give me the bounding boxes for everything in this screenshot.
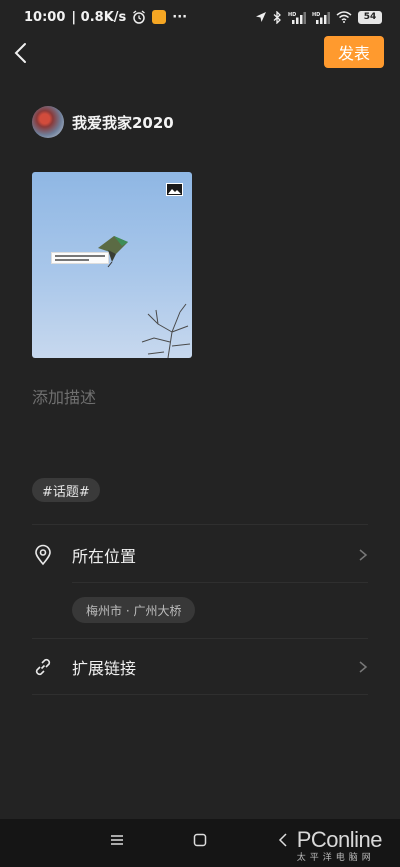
watermark-subtitle: 太平洋电脑网 <box>296 853 375 863</box>
location-arrow-icon <box>256 12 266 22</box>
tree-branches <box>141 303 191 358</box>
divider <box>72 582 368 583</box>
svg-text:HD: HD <box>312 12 320 18</box>
home-nav-icon[interactable] <box>193 833 207 847</box>
back-nav-icon[interactable] <box>278 833 288 847</box>
signal-hd-1-icon: HD <box>288 11 306 24</box>
menu-nav-icon[interactable] <box>110 833 124 847</box>
publish-button[interactable]: 发表 <box>324 36 384 68</box>
chevron-right-icon <box>359 661 368 673</box>
location-label: 所在位置 <box>72 547 137 566</box>
signal-hd-2-icon: HD <box>312 11 330 24</box>
status-bar: 10:00 | 0.8K/s ··· HD HD 54 <box>0 0 400 34</box>
alarm-icon <box>133 10 146 24</box>
svg-text:HD: HD <box>288 12 296 18</box>
status-time: 10:00 <box>24 9 66 25</box>
user-info: 我爱我家2020 <box>32 106 174 138</box>
more-notifications: ··· <box>172 9 188 25</box>
battery-indicator: 54 <box>358 10 382 24</box>
divider <box>32 524 368 525</box>
system-nav-bar: PConline 太平洋电脑网 <box>0 819 400 867</box>
link-icon <box>35 658 51 676</box>
location-chip[interactable]: 梅州市 · 广州大桥 <box>72 597 196 623</box>
watermark-logo: PConline 太平洋电脑网 <box>296 827 383 863</box>
location-row[interactable]: 所在位置 <box>32 527 368 583</box>
photo-thumbnail[interactable] <box>32 172 192 358</box>
image-icon <box>166 183 183 196</box>
kite-figure <box>98 236 128 268</box>
extension-link-row[interactable]: 扩展链接 <box>32 639 368 695</box>
chevron-right-icon <box>359 549 368 561</box>
divider <box>32 694 368 695</box>
extension-link-label: 扩展链接 <box>72 659 137 678</box>
app-notification-icon <box>152 10 167 24</box>
avatar <box>32 106 64 138</box>
topic-tag-button[interactable]: #话题# <box>32 478 100 502</box>
bluetooth-icon <box>273 10 281 24</box>
username: 我爱我家2020 <box>72 113 174 132</box>
wifi-icon <box>336 11 352 23</box>
location-pin-icon <box>35 544 51 566</box>
description-input[interactable]: 添加描述 <box>32 384 96 408</box>
back-arrow-icon[interactable] <box>10 40 34 66</box>
top-bar: 发表 <box>0 34 400 72</box>
network-speed: | 0.8K/s <box>71 9 127 25</box>
